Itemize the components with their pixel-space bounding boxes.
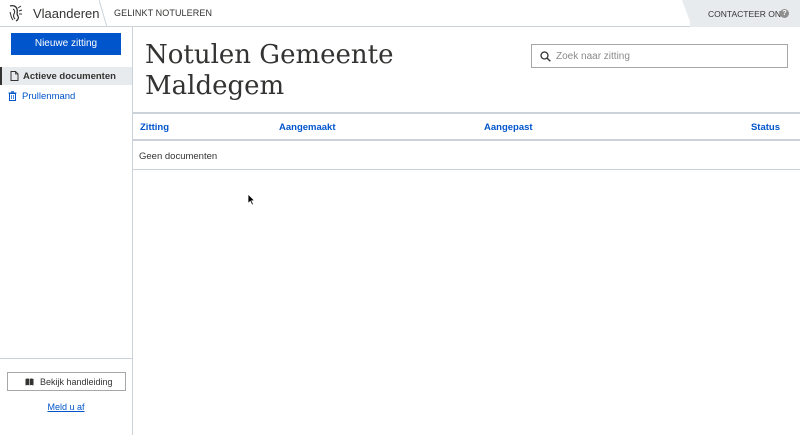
page-title: Notulen Gemeente Maldegem [145,40,394,101]
search-icon [540,51,551,62]
trash-icon [8,91,17,101]
contact-label: CONTACTEER ONS [708,9,787,19]
new-session-button[interactable]: Nieuwe zitting [11,33,121,55]
document-icon [10,71,19,81]
sidebar-item-label: Prullenmand [22,91,76,102]
column-header-modified[interactable]: Aangepast [484,122,533,133]
sidebar: Nieuwe zitting Actieve documenten Prulle… [0,27,133,435]
top-header: Vlaanderen GELINKT NOTULEREN CONTACTEER … [0,0,800,27]
column-header-status[interactable]: Status [751,122,780,133]
flanders-lion-logo-icon[interactable] [6,3,26,23]
logout-link[interactable]: Meld u af [0,402,132,412]
mouse-cursor-icon [247,193,256,206]
sidebar-item-active-documents[interactable]: Actieve documenten [0,67,132,85]
main-content: Notulen Gemeente Maldegem Zitting Aangem… [133,27,800,435]
help-icon: ? [780,9,789,18]
sidebar-item-label: Actieve documenten [23,71,116,82]
sidebar-item-trash[interactable]: Prullenmand [0,87,132,105]
view-manual-button[interactable]: Bekijk handleiding [7,372,126,391]
column-header-created[interactable]: Aangemaakt [279,122,336,133]
brand-name[interactable]: Vlaanderen [33,6,100,21]
contact-slant [682,0,692,27]
header-divider [99,0,107,27]
contact-button[interactable]: CONTACTEER ONS ? [682,0,800,27]
book-icon [25,378,34,386]
view-manual-label: Bekijk handleiding [40,377,113,387]
app-name[interactable]: GELINKT NOTULEREN [114,8,212,18]
empty-table-message: Geen documenten [139,151,218,162]
sidebar-divider [0,358,132,359]
documents-table: Zitting Aangemaakt Aangepast Status Geen… [133,112,800,170]
search-box[interactable] [531,44,788,68]
column-header-session[interactable]: Zitting [140,122,169,133]
table-row: Geen documenten [133,141,800,170]
search-input[interactable] [556,48,781,64]
table-header: Zitting Aangemaakt Aangepast Status [133,112,800,141]
